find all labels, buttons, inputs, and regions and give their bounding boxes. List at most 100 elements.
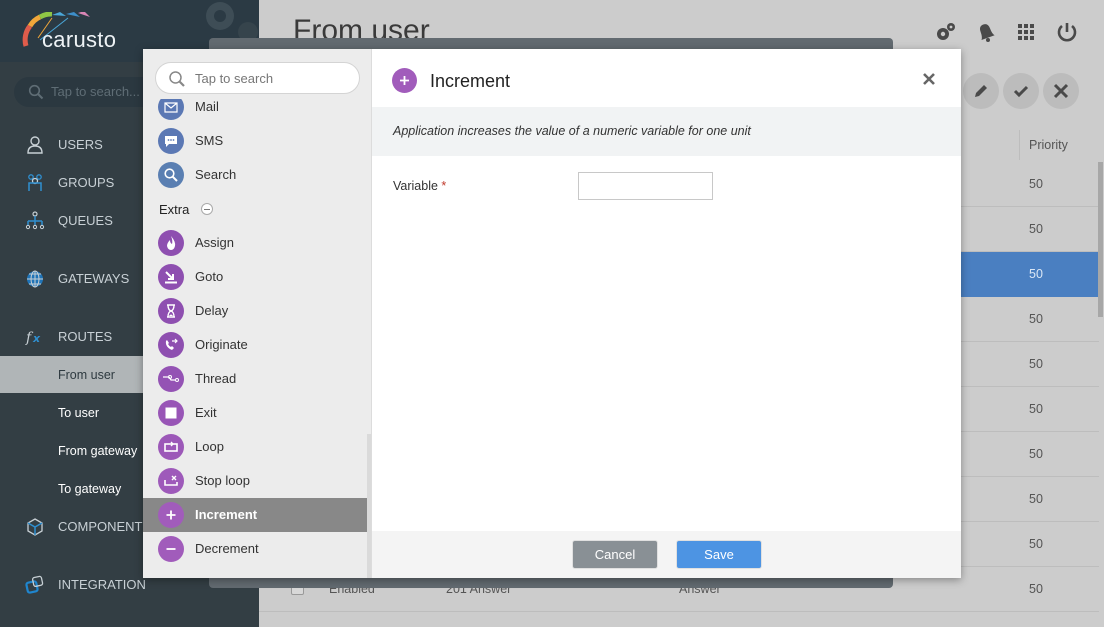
nav-subitem-label: To gateway	[58, 482, 122, 496]
palette-item-thread[interactable]: Thread	[143, 362, 367, 396]
flame-icon	[167, 236, 176, 250]
palette-group-label: Extra	[159, 202, 190, 217]
priority-cell: 50	[1029, 267, 1043, 281]
hourglass-icon	[167, 304, 175, 318]
palette-item-label: Loop	[195, 439, 224, 454]
stop-square-icon	[165, 407, 177, 419]
priority-cell: 50	[1029, 402, 1043, 416]
priority-cell: 50	[1029, 177, 1043, 191]
variable-label-text: Variable	[393, 179, 438, 193]
palette-item-decrement[interactable]: Decrement	[143, 532, 367, 566]
detail-header: Increment	[372, 49, 961, 107]
palette-item-label: Search	[195, 167, 237, 182]
user-icon	[27, 136, 43, 154]
nav-routes-label: ROUTES	[58, 329, 113, 344]
goto-icon	[165, 271, 177, 284]
application-detail-panel: Increment Application increases the valu…	[372, 49, 961, 578]
sms-icon	[165, 136, 177, 147]
apps-grid-icon[interactable]	[1014, 20, 1038, 44]
cancel-button[interactable]: Cancel	[572, 540, 658, 569]
plus-icon	[166, 510, 176, 520]
edit-icon	[975, 85, 987, 97]
palette-item-label: SMS	[195, 133, 224, 148]
collapse-icon[interactable]	[201, 203, 214, 215]
close-icon[interactable]	[921, 71, 937, 87]
confirm-button[interactable]	[1003, 73, 1039, 109]
required-mark: *	[441, 179, 447, 193]
palette-item-goto[interactable]: Goto	[143, 260, 367, 294]
application-description: Application increases the value of a num…	[393, 124, 751, 138]
nav-subitem-label: From gateway	[58, 444, 138, 458]
nav-integration-label: INTEGRATION	[58, 577, 146, 592]
nav-gateways-label: GATEWAYS	[58, 271, 130, 286]
column-header-priority[interactable]: Priority	[1029, 138, 1068, 152]
priority-cell: 50	[1029, 312, 1043, 326]
nav-subitem-label: To user	[58, 406, 99, 420]
palette-search-placeholder: Tap to search	[195, 71, 274, 86]
application-dialog: Tap to search Mail SMS Search Extra Assi…	[143, 49, 961, 578]
palette-item-sms[interactable]: SMS	[143, 124, 367, 158]
settings-icon[interactable]	[934, 20, 958, 44]
increment-badge	[392, 68, 417, 93]
nav-groups-label: GROUPS	[58, 175, 115, 190]
application-palette: Tap to search Mail SMS Search Extra Assi…	[143, 49, 372, 578]
integration-icon	[25, 575, 44, 594]
palette-search-input[interactable]: Tap to search	[155, 62, 360, 94]
minus-icon	[166, 548, 176, 550]
priority-cell: 50	[1029, 222, 1043, 236]
originate-call-icon	[165, 338, 178, 350]
priority-cell: 50	[1029, 492, 1043, 506]
nav-users-label: USERS	[58, 137, 103, 152]
table-scrollbar[interactable]	[1098, 162, 1103, 317]
nav-subitem-label: From user	[58, 368, 115, 382]
stop-loop-icon	[164, 475, 178, 486]
globe-icon	[27, 270, 43, 288]
plus-icon	[400, 76, 409, 85]
logo-text: carusto	[42, 27, 117, 52]
svg-text:x: x	[32, 332, 41, 345]
palette-item-increment[interactable]: Increment	[143, 498, 367, 532]
palette-item-assign[interactable]: Assign	[143, 226, 367, 260]
palette-group-extra[interactable]: Extra	[159, 202, 214, 217]
priority-cell: 50	[1029, 537, 1043, 551]
description-bar: Application increases the value of a num…	[372, 107, 961, 156]
priority-cell: 50	[1029, 447, 1043, 461]
palette-item-label: Mail	[195, 99, 219, 114]
palette-item-label: Assign	[195, 235, 235, 250]
power-icon[interactable]	[1055, 20, 1079, 44]
palette-item-originate[interactable]: Originate	[143, 328, 367, 362]
palette-item-label: Stop loop	[195, 473, 250, 488]
nav-queues-label: QUEUES	[58, 213, 113, 228]
palette-item-label: Originate	[195, 337, 248, 352]
save-button[interactable]: Save	[676, 540, 762, 569]
search-icon	[28, 84, 44, 100]
confirm-icon	[1013, 85, 1029, 98]
palette-item-label: Delay	[195, 303, 229, 318]
palette-item-label: Decrement	[195, 541, 259, 556]
palette-item-label: Goto	[195, 269, 224, 284]
palette-list: Mail SMS Search Extra Assign Goto Delay …	[143, 99, 367, 578]
loop-icon	[164, 441, 178, 452]
palette-item-exit[interactable]: Exit	[143, 396, 367, 430]
cancel-action-button[interactable]	[1043, 73, 1079, 109]
search-icon	[169, 71, 185, 87]
sidebar-search-placeholder: Tap to search...	[51, 84, 140, 99]
palette-item-search[interactable]: Search	[143, 158, 367, 192]
column-separator	[1019, 130, 1020, 160]
search-icon	[164, 168, 178, 182]
function-icon: fx	[25, 330, 41, 346]
edit-button[interactable]	[963, 73, 999, 109]
dialog-title: Increment	[430, 71, 511, 91]
notifications-icon[interactable]	[974, 20, 998, 44]
dialog-footer: Cancel Save	[372, 531, 961, 578]
palette-item-stop-loop[interactable]: Stop loop	[143, 464, 367, 498]
cube-icon	[27, 518, 43, 536]
palette-item-loop[interactable]: Loop	[143, 430, 367, 464]
palette-item-mail[interactable]: Mail	[143, 99, 367, 124]
group-icon	[28, 174, 42, 191]
variable-input[interactable]	[578, 172, 713, 200]
palette-item-delay[interactable]: Delay	[143, 294, 367, 328]
palette-item-label: Increment	[195, 507, 258, 522]
nav-components-label: COMPONENTS	[58, 519, 152, 534]
variable-label: Variable *	[393, 179, 446, 193]
